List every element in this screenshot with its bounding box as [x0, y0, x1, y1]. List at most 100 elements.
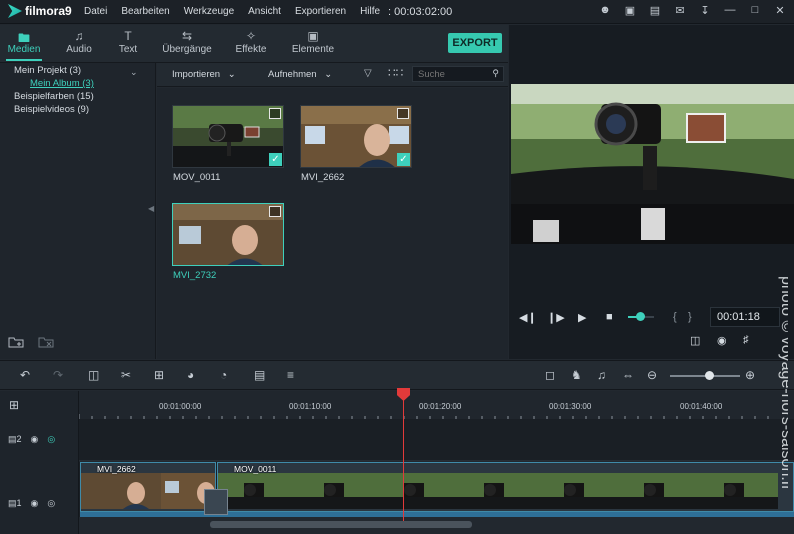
menu-ansicht[interactable]: Ansicht [248, 6, 281, 17]
tab-label: Elemente [291, 44, 335, 55]
render-preview-icon[interactable]: ◫ [690, 334, 700, 347]
effects-icon: ✧ [245, 29, 257, 43]
playhead[interactable] [403, 391, 404, 521]
fit-timeline-icon[interactable]: ⇔ [622, 368, 634, 382]
zoom-in-icon[interactable]: ⊕ [745, 368, 755, 382]
play-pause-icon[interactable]: ❙▶ [547, 311, 565, 324]
search-box[interactable]: ⚲ [412, 66, 504, 82]
download-icon[interactable]: ↧ [699, 4, 711, 17]
progress-handle[interactable] [636, 312, 645, 321]
tree-project[interactable]: Mein Projekt (3) [14, 65, 81, 76]
cut-icon[interactable]: ✂ [121, 368, 131, 382]
media-thumbnail-selected[interactable] [172, 203, 284, 266]
media-tabs: 🖿 Medien ♫ Audio T Text ⇆ Übergänge ✧ Ef… [0, 25, 508, 63]
menu-exportieren[interactable]: Exportieren [295, 6, 346, 17]
tree-sample-colors[interactable]: Beispielfarben (15) [14, 91, 94, 102]
window-controls: ☻ ▣ ▤ ✉ ↧ — □ ✕ [599, 4, 786, 17]
mail-icon[interactable]: ✉ [674, 4, 686, 17]
import-dropdown[interactable]: Importieren ⌄ [172, 69, 236, 80]
man-in-van-thumbnail [173, 204, 283, 265]
media-thumbnail[interactable]: ✓ [300, 105, 412, 168]
menu-datei[interactable]: Datei [84, 6, 107, 17]
clip-frame [538, 473, 618, 509]
search-input[interactable] [418, 69, 490, 80]
undo-icon[interactable]: ↶ [20, 368, 30, 382]
tab-text[interactable]: T Text [98, 29, 158, 55]
cart-icon[interactable]: ▣ [624, 4, 636, 17]
audio-mixer-icon[interactable]: ♫ [597, 368, 606, 382]
timeline-clip[interactable]: MVI_2662 [80, 462, 216, 512]
visibility-eye-icon[interactable]: ◎ [47, 434, 55, 445]
tab-medien[interactable]: 🖿 Medien [0, 29, 54, 55]
clip-name: MOV_0011 [234, 464, 277, 474]
snapshot-icon[interactable]: ◉ [717, 334, 727, 347]
media-name: MVI_2662 [301, 172, 345, 183]
mark-in-icon[interactable]: { [673, 311, 677, 323]
grid-view-icon[interactable]: ∷∷ [388, 66, 403, 80]
redo-icon[interactable]: ↷ [53, 368, 63, 382]
speed-icon[interactable]: ◕ [187, 368, 194, 382]
ruler-label: 00:01:40:00 [680, 402, 723, 411]
app-logo: filmora9 [8, 4, 72, 18]
tree-sample-videos[interactable]: Beispielvideos (9) [14, 104, 89, 115]
crop-icon[interactable]: ⊞ [154, 368, 164, 382]
add-track-icon[interactable]: ⊞ [9, 398, 19, 412]
filter-icon[interactable]: ▽ [364, 68, 372, 79]
chevron-down-icon[interactable]: ⌄ [130, 67, 138, 78]
delete-folder-icon[interactable] [38, 336, 54, 348]
media-name: MOV_0011 [173, 172, 221, 183]
record-dropdown[interactable]: Aufnehmen ⌄ [268, 69, 332, 80]
export-button[interactable]: EXPORT [448, 33, 502, 53]
timeline-clip[interactable]: MOV_0011 [217, 462, 794, 512]
transition-marker-icon[interactable] [204, 489, 228, 515]
previous-frame-icon[interactable]: ◀❙ [519, 311, 537, 324]
minimize-icon[interactable]: — [724, 4, 736, 17]
import-label: Importieren [172, 69, 221, 80]
video-type-icon [269, 108, 281, 119]
play-icon[interactable]: ▶ [578, 311, 586, 324]
media-thumbnail[interactable]: ✓ [172, 105, 284, 168]
stop-icon[interactable]: ■ [606, 311, 613, 323]
tree-album[interactable]: Mein Album (3) [30, 78, 94, 89]
green-screen-icon[interactable]: ▤ [254, 368, 265, 382]
tab-uebergaenge[interactable]: ⇆ Übergänge [157, 29, 217, 55]
delete-icon[interactable]: ◫ [88, 368, 99, 382]
search-icon[interactable]: ⚲ [492, 68, 499, 79]
track-number: 1 [16, 498, 22, 508]
clip-frame [458, 473, 538, 509]
zoom-out-icon[interactable]: ⊖ [647, 368, 657, 382]
add-folder-icon[interactable] [8, 336, 24, 348]
video-type-icon [269, 206, 281, 217]
track-headers [0, 391, 79, 534]
clip-frame [218, 473, 298, 509]
tab-label: Übergänge [162, 44, 212, 55]
close-icon[interactable]: ✕ [774, 4, 786, 17]
clip-frame [378, 473, 458, 509]
store-icon[interactable]: ▤ [649, 4, 661, 17]
account-icon[interactable]: ☻ [599, 4, 611, 17]
timeline-scrollbar[interactable] [210, 521, 472, 528]
mark-out-icon[interactable]: } [688, 311, 692, 323]
video-type-icon [397, 108, 409, 119]
collapse-panel-icon[interactable]: ◀ [148, 204, 154, 213]
color-icon[interactable]: ◔ [220, 368, 227, 382]
tab-elemente[interactable]: ▣ Elemente [283, 29, 343, 55]
tab-label: Audio [66, 44, 92, 55]
tab-effekte[interactable]: ✧ Effekte [221, 29, 281, 55]
checkmark-icon: ✓ [269, 153, 282, 166]
microphone-icon[interactable]: ♞ [571, 368, 582, 382]
menu-bearbeiten[interactable]: Bearbeiten [121, 6, 169, 17]
audio-adjust-icon[interactable]: ≡ [287, 368, 294, 382]
visibility-eye-icon[interactable]: ◎ [47, 498, 55, 509]
menu-werkzeuge[interactable]: Werkzeuge [184, 6, 234, 17]
zoom-handle[interactable] [705, 371, 714, 380]
media-name-selected: MVI_2732 [173, 270, 217, 281]
marker-icon[interactable]: ◻ [545, 368, 555, 382]
menu-hilfe[interactable]: Hilfe [360, 6, 380, 17]
volume-icon[interactable]: ♯ [743, 334, 749, 346]
lock-icon[interactable]: ◉ [31, 434, 39, 445]
maximize-icon[interactable]: □ [749, 4, 761, 17]
video-track-2[interactable] [79, 419, 794, 461]
lock-icon[interactable]: ◉ [31, 498, 39, 509]
filmora-logo-icon [8, 4, 22, 18]
